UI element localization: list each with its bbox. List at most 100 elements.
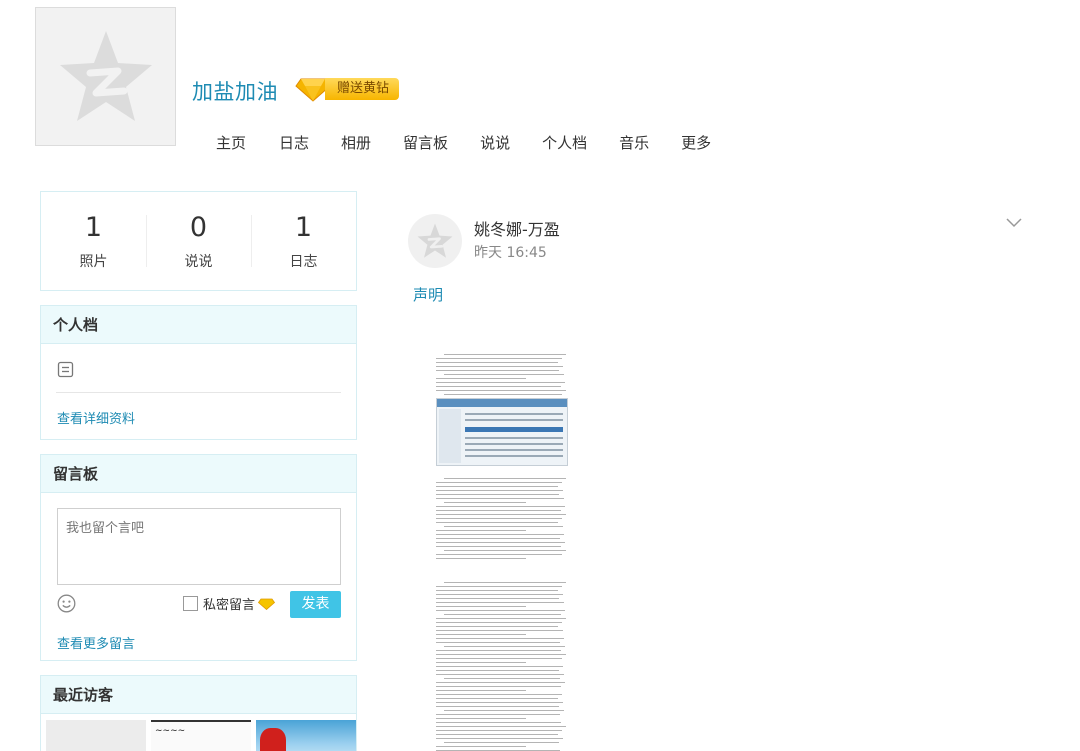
document-text-line bbox=[444, 374, 564, 375]
visitor-avatar[interactable] bbox=[46, 720, 146, 751]
document-text-line bbox=[436, 542, 565, 543]
view-details-link[interactable]: 查看详细资料 bbox=[57, 408, 135, 427]
document-text-line bbox=[436, 530, 526, 531]
document-text-line bbox=[436, 690, 526, 691]
document-text-line bbox=[436, 702, 563, 703]
image-highlight bbox=[465, 427, 563, 432]
document-text-line bbox=[436, 558, 526, 559]
document-text-line bbox=[436, 506, 565, 507]
document-text-line bbox=[436, 602, 564, 603]
profile-avatar[interactable] bbox=[35, 7, 176, 146]
document-text-line bbox=[436, 726, 566, 727]
view-more-messages-link[interactable]: 查看更多留言 bbox=[57, 633, 135, 652]
smiley-icon[interactable] bbox=[57, 594, 76, 613]
document-text-line bbox=[436, 546, 561, 547]
document-text-line bbox=[436, 718, 526, 719]
document-text-line bbox=[436, 630, 563, 631]
panel-title: 个人档 bbox=[41, 306, 356, 344]
document-text-line bbox=[436, 378, 526, 379]
post-author-avatar[interactable] bbox=[408, 214, 462, 268]
visitor-avatar[interactable] bbox=[256, 720, 356, 751]
document-text-line bbox=[436, 706, 559, 707]
document-text-line bbox=[444, 646, 565, 647]
document-text-line bbox=[436, 366, 563, 367]
post-author-name[interactable]: 姚冬娜-万盈 bbox=[474, 216, 560, 240]
document-text-line bbox=[436, 746, 526, 747]
nav-music[interactable]: 音乐 bbox=[619, 132, 649, 153]
image-row bbox=[465, 449, 563, 451]
private-message-checkbox[interactable] bbox=[183, 596, 198, 611]
profile-panel: 个人档 查看详细资料 bbox=[40, 305, 357, 440]
document-text-line bbox=[436, 694, 562, 695]
panel-title: 留言板 bbox=[41, 455, 356, 493]
embedded-screenshot-image bbox=[436, 398, 568, 466]
document-text-line bbox=[436, 390, 566, 391]
document-text-line bbox=[436, 370, 559, 371]
stat-value: 1 bbox=[294, 212, 313, 243]
document-text-line bbox=[436, 518, 562, 519]
document-text-line bbox=[436, 382, 565, 383]
post-title[interactable]: 声明 bbox=[413, 284, 443, 305]
visitor-avatar[interactable]: ~~~~ bbox=[151, 720, 251, 751]
post-document-image[interactable] bbox=[426, 342, 576, 751]
document-text-line bbox=[436, 686, 561, 687]
document-text-line bbox=[436, 734, 558, 735]
document-text-line bbox=[436, 534, 564, 535]
document-text-line bbox=[444, 502, 526, 503]
nav-blog[interactable]: 日志 bbox=[279, 132, 309, 153]
stat-label: 日志 bbox=[289, 254, 318, 270]
image-row bbox=[465, 413, 563, 415]
stat-moments[interactable]: 0 说说 bbox=[146, 211, 251, 271]
document-text-line bbox=[436, 598, 559, 599]
document-text-line bbox=[436, 538, 560, 539]
nav-profile[interactable]: 个人档 bbox=[542, 132, 587, 153]
stat-blogs[interactable]: 1 日志 bbox=[251, 211, 356, 271]
nav-home[interactable]: 主页 bbox=[216, 132, 246, 153]
document-text-line bbox=[436, 522, 558, 523]
document-text-line bbox=[436, 622, 562, 623]
document-text-line bbox=[444, 394, 562, 395]
image-row bbox=[465, 455, 563, 457]
document-text-line bbox=[436, 670, 559, 671]
document-text-line bbox=[444, 550, 566, 551]
document-text-line bbox=[436, 610, 565, 611]
nav-moments[interactable]: 说说 bbox=[480, 132, 510, 153]
document-text-line bbox=[436, 634, 526, 635]
document-text-line bbox=[436, 386, 561, 387]
divider bbox=[56, 392, 341, 393]
guestbook-message-input[interactable] bbox=[57, 508, 341, 585]
flag-image bbox=[260, 728, 286, 751]
document-text-line bbox=[436, 486, 558, 487]
chevron-down-icon[interactable] bbox=[1004, 214, 1024, 230]
document-text-line bbox=[436, 682, 565, 683]
gift-yellow-diamond-button[interactable]: 赠送黄钻 bbox=[295, 76, 400, 102]
nav-guestbook[interactable]: 留言板 bbox=[403, 132, 448, 153]
gift-label: 赠送黄钻 bbox=[325, 78, 400, 100]
nav-album[interactable]: 相册 bbox=[341, 132, 371, 153]
document-text-line bbox=[436, 662, 526, 663]
post-message-button[interactable]: 发表 bbox=[290, 591, 341, 618]
document-text-line bbox=[436, 482, 562, 483]
document-text-line bbox=[436, 606, 526, 607]
document-text-line bbox=[444, 742, 559, 743]
document-text-line bbox=[436, 638, 564, 639]
document-icon bbox=[57, 361, 74, 378]
image-row bbox=[465, 443, 563, 445]
document-text-line bbox=[436, 494, 559, 495]
document-text-line bbox=[444, 710, 564, 711]
recent-visitors-panel: 最近访客 ~~~~ bbox=[40, 675, 357, 751]
document-text-line bbox=[436, 618, 566, 619]
nav-more[interactable]: 更多 bbox=[681, 132, 711, 153]
document-text-line bbox=[436, 362, 558, 363]
document-text-line bbox=[436, 514, 566, 515]
stat-photos[interactable]: 1 照片 bbox=[41, 211, 146, 271]
document-text-line bbox=[436, 554, 562, 555]
document-text-line bbox=[436, 666, 563, 667]
document-text-line bbox=[444, 582, 566, 583]
image-row bbox=[465, 419, 563, 421]
stat-label: 照片 bbox=[79, 254, 108, 270]
document-text-line bbox=[436, 590, 558, 591]
document-text-line bbox=[436, 658, 562, 659]
document-text-line bbox=[444, 614, 561, 615]
guestbook-panel: 留言板 私密留言 发表 查看更多留言 bbox=[40, 454, 357, 661]
